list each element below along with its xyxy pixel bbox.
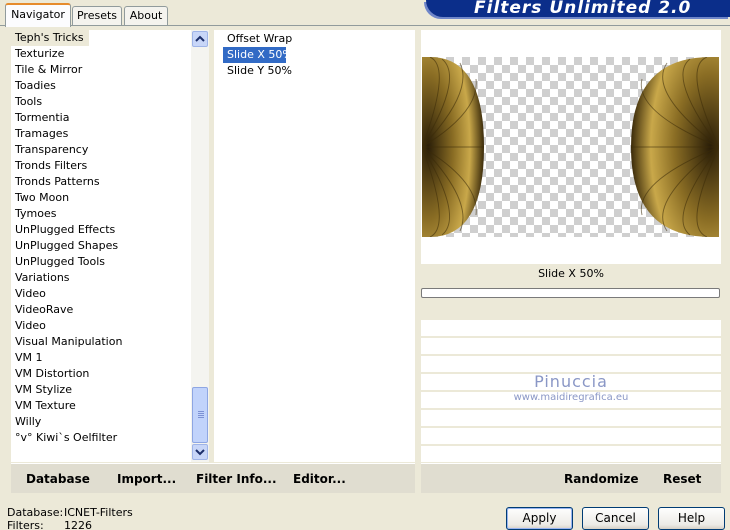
left-action-bar: Database Import... Filter Info... Editor… — [11, 463, 415, 493]
banner-title: Filters Unlimited 2.0 — [474, 0, 692, 17]
category-list[interactable]: Teph's Tricks Texturize Tile & Mirror To… — [11, 30, 191, 462]
list-item[interactable]: °v° Kiwi`s Oelfilter — [11, 430, 117, 446]
parameter-area: Slide X 50% Pinuccia www.maidiregrafica.… — [421, 264, 721, 462]
preview-image — [421, 56, 720, 238]
transparency-checkerboard — [421, 56, 720, 238]
database-status-value: ICNET-Filters — [64, 506, 133, 519]
preview-panel — [421, 30, 721, 264]
list-item[interactable]: Tormentia — [11, 110, 69, 126]
right-action-bar: Randomize Reset — [421, 463, 721, 493]
tab-navigator[interactable]: Navigator — [5, 3, 71, 27]
list-item[interactable]: VideoRave — [11, 302, 73, 318]
scroll-up-button[interactable] — [192, 31, 208, 47]
list-item[interactable]: Transparency — [11, 142, 88, 158]
tab-presets[interactable]: Presets — [72, 6, 122, 26]
list-item[interactable]: VM 1 — [11, 350, 43, 366]
param-row — [421, 445, 721, 462]
list-item[interactable]: VM Texture — [11, 398, 76, 414]
apply-button[interactable]: Apply — [506, 507, 573, 530]
list-item[interactable]: Offset Wrap — [223, 31, 292, 47]
watermark-url: www.maidiregrafica.eu — [513, 392, 629, 403]
param-row — [421, 337, 721, 354]
progress-bar — [421, 288, 720, 298]
list-item[interactable]: UnPlugged Tools — [11, 254, 105, 270]
filter-info-button[interactable]: Filter Info... — [196, 472, 277, 486]
import-button[interactable]: Import... — [117, 472, 176, 486]
tab-strip-border — [0, 25, 730, 26]
filters-status-value: 1226 — [64, 519, 92, 530]
list-item[interactable]: Visual Manipulation — [11, 334, 122, 350]
list-item[interactable]: VM Stylize — [11, 382, 72, 398]
watermark-title: Pinuccia — [534, 372, 608, 391]
param-row — [421, 355, 721, 372]
list-item[interactable]: Two Moon — [11, 190, 69, 206]
reset-button[interactable]: Reset — [663, 472, 701, 486]
tab-about[interactable]: About — [124, 6, 168, 26]
list-item[interactable]: Tronds Filters — [11, 158, 87, 174]
editor-button[interactable]: Editor... — [293, 472, 346, 486]
list-item[interactable]: UnPlugged Shapes — [11, 238, 118, 254]
list-item[interactable]: Tronds Patterns — [11, 174, 100, 190]
scroll-thumb[interactable] — [192, 387, 208, 443]
category-scrollbar[interactable] — [191, 30, 209, 462]
list-item[interactable]: Tools — [11, 94, 42, 110]
list-item[interactable]: UnPlugged Effects — [11, 222, 115, 238]
title-banner: Filters Unlimited 2.0 — [426, 0, 730, 17]
list-item[interactable]: Willy — [11, 414, 41, 430]
list-item[interactable]: Toadies — [11, 78, 56, 94]
list-item[interactable]: Texturize — [11, 46, 64, 62]
scroll-down-button[interactable] — [192, 444, 208, 460]
list-item[interactable]: Slide Y 50% — [223, 63, 292, 79]
chevron-down-icon — [195, 449, 205, 456]
list-item-selected[interactable]: Slide X 50% — [223, 47, 293, 63]
list-item[interactable]: Tile & Mirror — [11, 62, 82, 78]
list-item[interactable]: VM Distortion — [11, 366, 89, 382]
filters-status-label: Filters: — [7, 519, 44, 530]
list-item[interactable]: Teph's Tricks — [11, 30, 89, 46]
randomize-button[interactable]: Randomize — [564, 472, 638, 486]
list-item[interactable]: Variations — [11, 270, 70, 286]
param-row — [421, 409, 721, 426]
database-button[interactable]: Database — [26, 472, 90, 486]
cancel-button[interactable]: Cancel — [582, 507, 649, 530]
param-row — [421, 319, 721, 336]
list-item[interactable]: Video — [11, 286, 46, 302]
list-item[interactable]: Video — [11, 318, 46, 334]
param-row — [421, 427, 721, 444]
chevron-up-icon — [195, 35, 205, 42]
filter-list[interactable]: Offset Wrap Slide X 50% Slide Y 50% — [214, 30, 415, 462]
list-item[interactable]: Tymoes — [11, 206, 56, 222]
filter-name-label: Slide X 50% — [538, 267, 604, 280]
database-status-label: Database: — [7, 506, 64, 519]
list-item[interactable]: Tramages — [11, 126, 68, 142]
help-button[interactable]: Help — [658, 507, 725, 530]
